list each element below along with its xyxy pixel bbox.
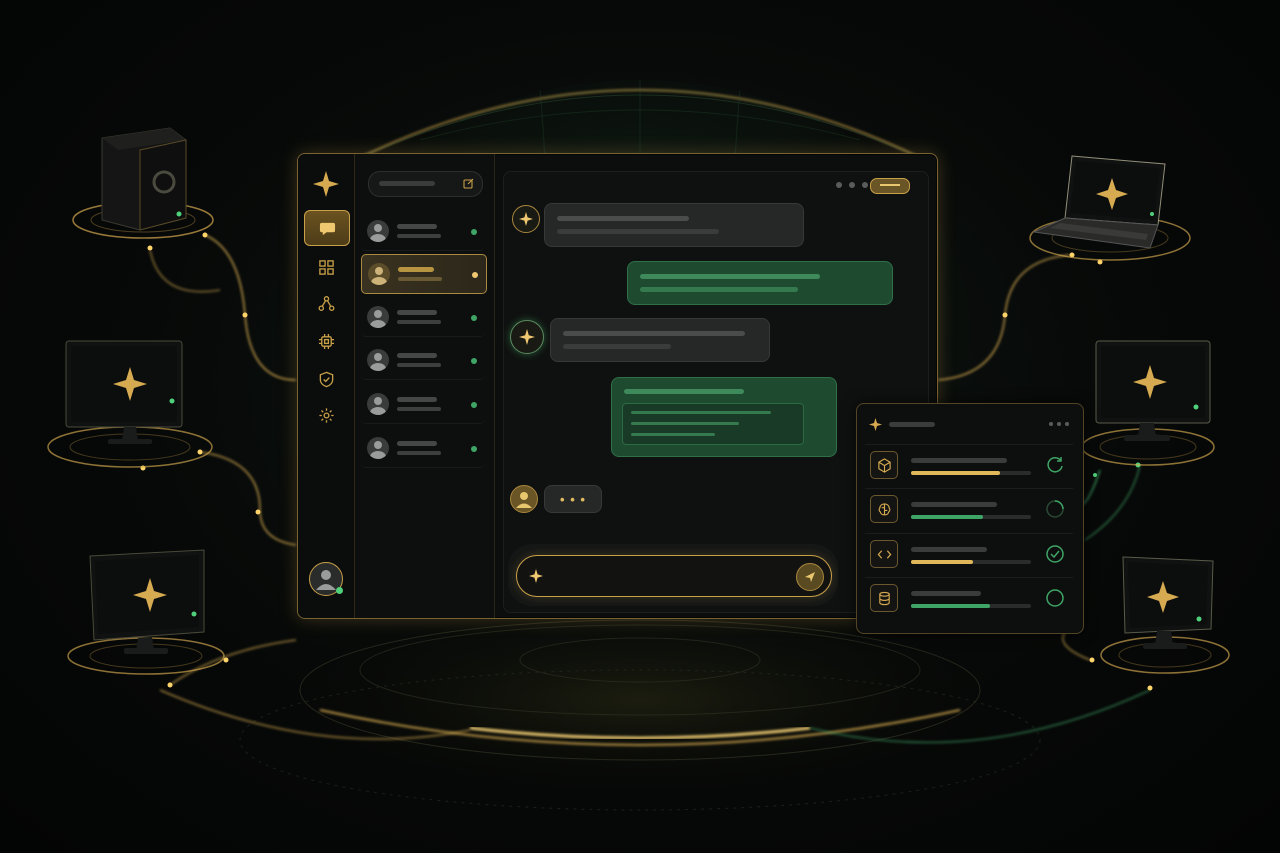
avatar <box>367 437 389 459</box>
status-dot <box>471 358 477 364</box>
task-progress-track <box>911 560 1031 564</box>
grid-icon <box>318 259 334 275</box>
task-progress-fill <box>911 604 991 608</box>
running-icon <box>1046 500 1064 518</box>
avatar <box>368 263 390 285</box>
avatar <box>367 220 389 242</box>
monitor-icon <box>47 340 213 468</box>
syncing-icon <box>1047 457 1063 473</box>
nav-grid-button[interactable] <box>304 250 348 284</box>
sparkle-icon <box>519 329 535 345</box>
message-bubble-assistant <box>544 203 804 247</box>
conversation-item[interactable] <box>361 385 485 424</box>
app-logo-sparkle-icon <box>313 171 339 197</box>
assistant-avatar <box>510 320 544 354</box>
status-dot <box>471 229 477 235</box>
send-icon <box>805 572 815 582</box>
check-circle-icon <box>1046 545 1064 563</box>
conversation-search-input[interactable] <box>368 171 483 197</box>
conversation-item[interactable] <box>361 429 485 468</box>
typing-dots: • • • <box>560 491 586 507</box>
status-dot <box>472 272 478 278</box>
avatar <box>367 393 389 415</box>
nav-chat-button[interactable] <box>304 210 350 246</box>
message-bubble-user-code <box>611 377 837 457</box>
task-row[interactable] <box>865 444 1073 485</box>
cube-icon <box>870 451 898 479</box>
status-dot <box>471 315 477 321</box>
task-panel <box>856 403 1084 634</box>
status-dot <box>471 446 477 452</box>
task-progress-track <box>911 515 1031 519</box>
message-input[interactable] <box>516 555 832 597</box>
message-bubble-assistant <box>550 318 770 362</box>
network-icon <box>318 295 334 311</box>
conversation-item[interactable] <box>361 298 485 337</box>
new-chat-icon[interactable] <box>463 178 474 189</box>
monitor-icon <box>1100 556 1230 674</box>
user-avatar-icon <box>516 492 532 508</box>
user-avatar <box>510 485 538 513</box>
conversation-item[interactable] <box>361 341 485 380</box>
server-icon <box>72 127 214 239</box>
avatar <box>367 349 389 371</box>
typing-indicator: • • • <box>544 485 602 513</box>
sparkle-icon <box>869 418 882 431</box>
task-row[interactable] <box>865 488 1073 529</box>
nav-security-button[interactable] <box>304 362 348 396</box>
pending-circle-icon <box>1046 589 1064 607</box>
laptop-icon <box>1029 155 1191 261</box>
chat-bubble-icon <box>319 222 335 235</box>
task-progress-track <box>911 604 1031 608</box>
monitor-icon <box>67 549 225 675</box>
task-progress-fill <box>911 515 983 519</box>
sparkle-icon <box>519 212 533 226</box>
send-button[interactable] <box>796 563 824 591</box>
toggle-pill-icon[interactable] <box>870 178 910 194</box>
code-icon <box>870 540 898 568</box>
conversation-list <box>355 154 495 618</box>
task-progress-fill <box>911 560 974 564</box>
task-row[interactable] <box>865 533 1073 574</box>
app-window: • • • <box>297 153 938 619</box>
task-progress-fill <box>911 471 1000 475</box>
message-bubble-user <box>627 261 893 305</box>
chip-icon <box>318 333 334 349</box>
monitor-icon <box>1081 340 1215 466</box>
nav-rail <box>298 154 355 618</box>
task-progress-track <box>911 471 1031 475</box>
conversation-item[interactable] <box>361 212 485 251</box>
status-dot <box>471 402 477 408</box>
task-row[interactable] <box>865 577 1073 618</box>
nav-network-button[interactable] <box>304 286 348 320</box>
assistant-avatar <box>512 205 540 233</box>
avatar <box>367 306 389 328</box>
nav-settings-button[interactable] <box>304 398 348 432</box>
panel-more-icon[interactable] <box>1049 422 1069 426</box>
more-dots-icon[interactable] <box>836 182 868 188</box>
conversation-item-active[interactable] <box>361 254 487 294</box>
gear-icon <box>318 407 334 423</box>
database-icon <box>870 584 898 612</box>
sparkle-icon <box>529 569 543 583</box>
online-status-dot <box>336 587 343 594</box>
nav-chip-button[interactable] <box>304 324 348 358</box>
user-avatar[interactable] <box>309 562 343 596</box>
code-block <box>622 403 804 445</box>
brain-icon <box>870 495 898 523</box>
shield-icon <box>319 371 333 387</box>
